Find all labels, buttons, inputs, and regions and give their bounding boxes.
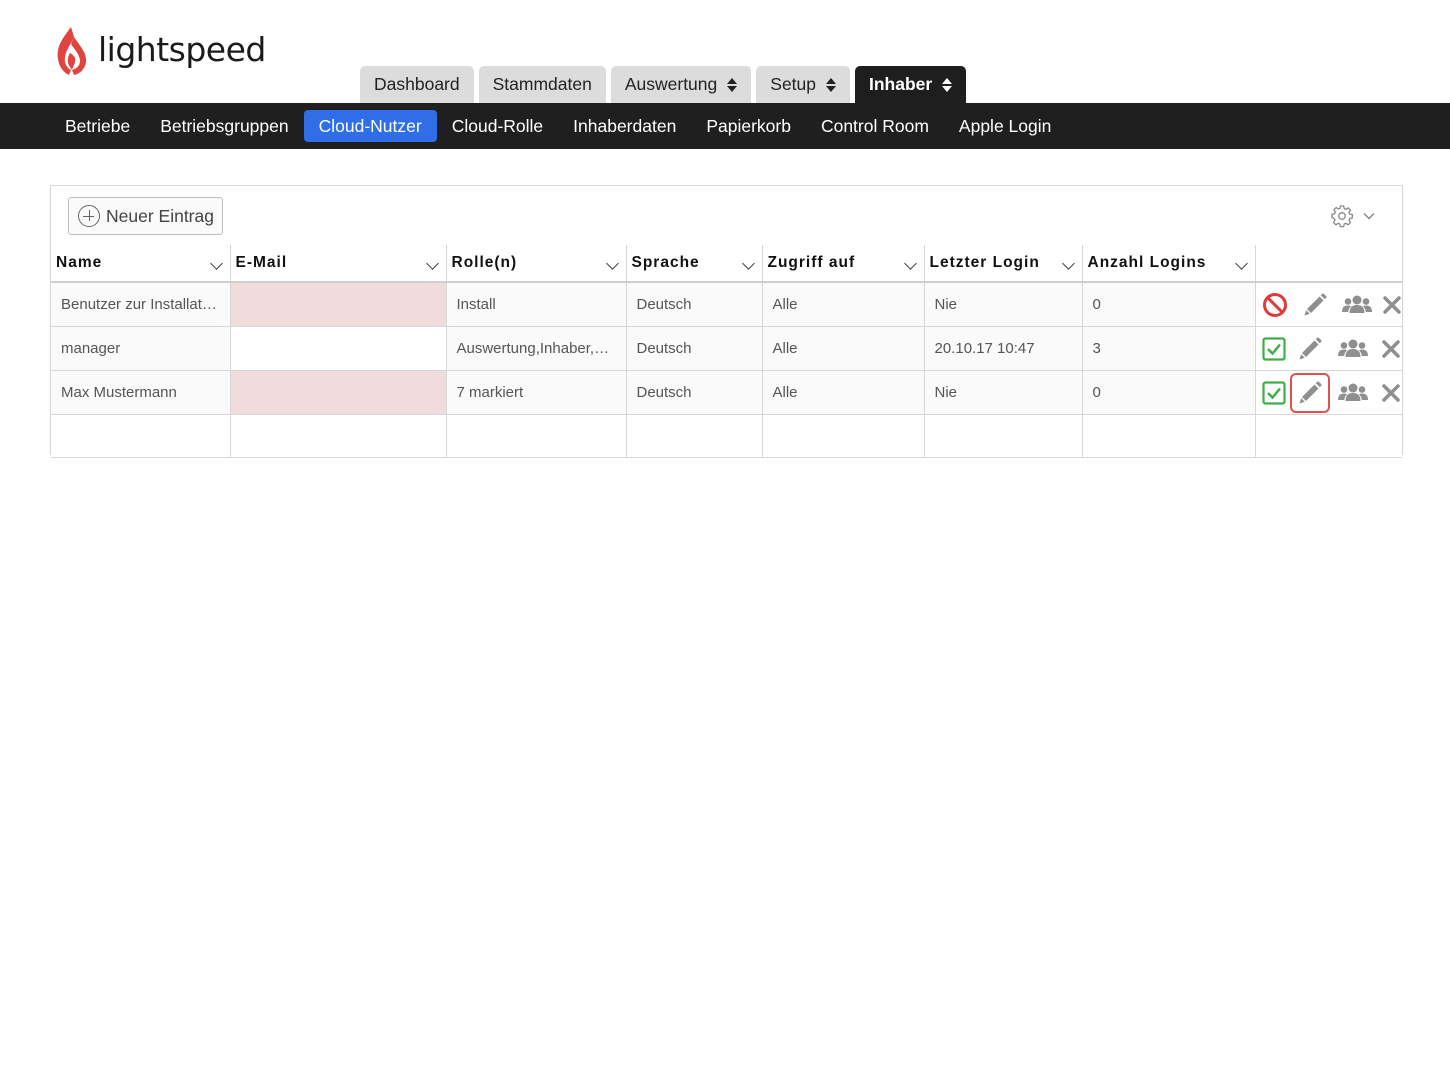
row-actions — [1254, 370, 1402, 415]
subnav-control-room[interactable]: Control Room — [806, 110, 944, 142]
sort-caret-icon — [942, 77, 953, 93]
users-panel: Neuer Eintrag Name E-Mail Rolle(n) Sprac… — [50, 185, 1403, 458]
column-header-actions — [1254, 245, 1402, 283]
empty-cell — [1254, 414, 1402, 458]
cell-login-count: 0 — [1081, 370, 1256, 415]
delete-x-icon[interactable] — [1381, 380, 1401, 406]
empty-cell — [445, 414, 627, 458]
sort-caret-icon — [727, 77, 738, 93]
cell-name[interactable]: manager — [51, 326, 231, 371]
cell-language[interactable]: Deutsch — [625, 281, 763, 327]
cell-last-login: Nie — [923, 370, 1083, 415]
user-group-icon[interactable] — [1337, 380, 1369, 406]
chevron-down-icon — [1234, 257, 1248, 270]
main-tabs: Dashboard Stammdaten Auswertung Setup In… — [360, 66, 971, 103]
subnav-inhaberdaten[interactable]: Inhaberdaten — [558, 110, 691, 142]
tab-auswertung[interactable]: Auswertung — [610, 66, 752, 103]
empty-cell — [51, 414, 231, 458]
chevron-down-icon — [741, 257, 755, 270]
sort-caret-icon — [826, 77, 836, 93]
empty-cell — [625, 414, 763, 458]
new-entry-label: Neuer Eintrag — [106, 205, 214, 226]
cell-language[interactable]: Deutsch — [625, 326, 763, 371]
user-group-icon[interactable] — [1341, 292, 1373, 318]
subnav-apple-login[interactable]: Apple Login — [944, 110, 1066, 142]
cell-last-login: Nie — [923, 281, 1083, 327]
cell-access[interactable]: Alle — [761, 281, 925, 327]
tab-dashboard[interactable]: Dashboard — [360, 66, 474, 103]
lightspeed-logo[interactable]: lightspeed — [54, 26, 266, 76]
active-checkbox-icon[interactable] — [1261, 380, 1287, 406]
cell-language[interactable]: Deutsch — [625, 370, 763, 415]
row-actions — [1254, 281, 1402, 327]
subnav-papierkorb[interactable]: Papierkorb — [691, 110, 806, 142]
tab-label: Auswertung — [624, 74, 718, 94]
subnav-betriebsgruppen[interactable]: Betriebsgruppen — [145, 110, 303, 142]
column-header-last-login[interactable]: Letzter Login — [923, 245, 1083, 283]
edit-pencil-icon[interactable] — [1289, 372, 1330, 413]
cell-access[interactable]: Alle — [761, 326, 925, 371]
empty-cell — [1081, 414, 1256, 458]
cell-roles[interactable]: Auswertung,Inhaber,… — [445, 326, 627, 371]
column-header-name[interactable]: Name — [51, 245, 231, 283]
column-header-language[interactable]: Sprache — [625, 245, 763, 283]
new-entry-button[interactable]: Neuer Eintrag — [68, 197, 223, 235]
tab-label: Inhaber — [869, 74, 933, 94]
tab-stammdaten[interactable]: Stammdaten — [478, 66, 606, 103]
subnav-betriebe[interactable]: Betriebe — [50, 110, 145, 142]
empty-cell — [229, 414, 447, 458]
tab-label: Setup — [770, 74, 816, 94]
tab-label: Dashboard — [374, 74, 460, 94]
gear-icon — [1331, 205, 1353, 228]
table-row[interactable]: Benutzer zur Installat… Install Deutsch … — [51, 281, 1402, 327]
subnav-cloud-rolle[interactable]: Cloud-Rolle — [437, 110, 558, 142]
column-header-email[interactable]: E-Mail — [229, 245, 447, 283]
cell-last-login: 20.10.17 10:47 — [923, 326, 1083, 371]
cell-login-count: 3 — [1081, 326, 1256, 371]
cell-email[interactable] — [229, 281, 447, 327]
edit-pencil-icon[interactable] — [1297, 336, 1323, 362]
tab-setup[interactable]: Setup — [756, 66, 850, 103]
table-header-row: Name E-Mail Rolle(n) Sprache Zugriff auf… — [51, 245, 1402, 283]
tab-inhaber[interactable]: Inhaber — [855, 66, 967, 103]
subnav-cloud-nutzer[interactable]: Cloud-Nutzer — [303, 110, 437, 142]
table-row[interactable]: manager Auswertung,Inhaber,… Deutsch All… — [51, 326, 1402, 371]
active-checkbox-icon[interactable] — [1261, 336, 1287, 362]
plus-circle-icon — [78, 205, 100, 227]
table-row-empty — [51, 414, 1402, 458]
cell-login-count: 0 — [1081, 281, 1256, 327]
tab-label: Stammdaten — [492, 74, 592, 94]
cell-name[interactable]: Max Mustermann — [51, 370, 231, 415]
column-header-login-count[interactable]: Anzahl Logins — [1081, 245, 1256, 283]
flame-logo-icon — [57, 27, 87, 75]
user-group-icon[interactable] — [1337, 336, 1369, 362]
users-table: Name E-Mail Rolle(n) Sprache Zugriff auf… — [51, 245, 1402, 458]
chevron-down-icon — [903, 257, 917, 270]
empty-cell — [923, 414, 1083, 458]
brand-name: lightspeed — [98, 29, 266, 69]
cell-name[interactable]: Benutzer zur Installat… — [51, 281, 231, 327]
delete-x-icon[interactable] — [1381, 336, 1401, 362]
chevron-down-icon — [1061, 257, 1075, 270]
cell-roles[interactable]: Install — [445, 281, 627, 327]
delete-x-icon[interactable] — [1382, 292, 1402, 318]
cell-access[interactable]: Alle — [761, 370, 925, 415]
row-actions — [1254, 326, 1402, 371]
cell-roles[interactable]: 7 markiert — [445, 370, 627, 415]
cell-email[interactable] — [229, 370, 447, 415]
blocked-status-icon[interactable] — [1262, 292, 1288, 318]
cell-email[interactable] — [229, 326, 447, 371]
chevron-down-icon — [1363, 213, 1375, 220]
chevron-down-icon — [209, 257, 223, 270]
table-row[interactable]: Max Mustermann 7 markiert Deutsch Alle N… — [51, 370, 1402, 415]
sub-navigation: Betriebe Betriebsgruppen Cloud-Nutzer Cl… — [0, 103, 1450, 149]
column-header-roles[interactable]: Rolle(n) — [445, 245, 627, 283]
empty-cell — [761, 414, 925, 458]
settings-dropdown[interactable] — [1330, 204, 1376, 228]
chevron-down-icon — [425, 257, 439, 270]
column-header-access[interactable]: Zugriff auf — [761, 245, 925, 283]
chevron-down-icon — [605, 257, 619, 270]
edit-pencil-icon[interactable] — [1302, 292, 1328, 318]
